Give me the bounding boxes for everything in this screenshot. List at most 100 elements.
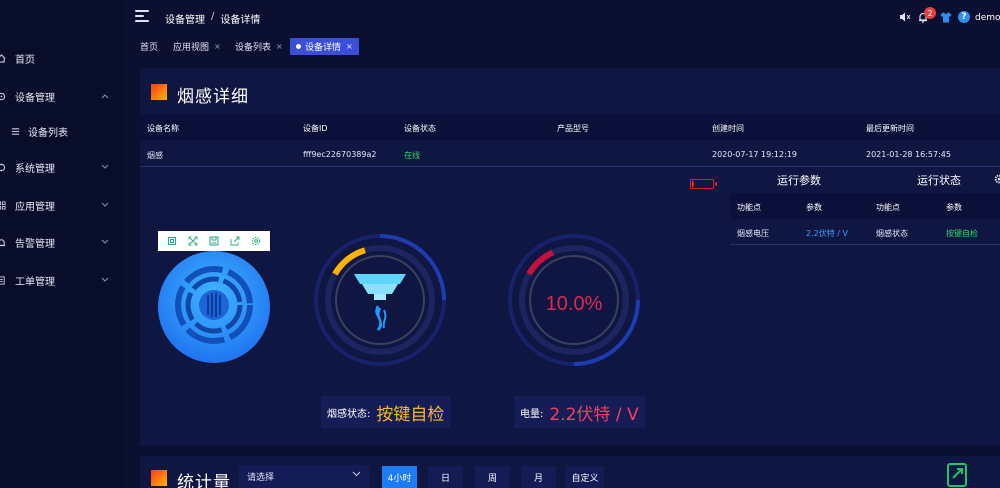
sidebar-item-app-management[interactable]: 应用管理 xyxy=(0,194,124,216)
tab-home[interactable]: 首页 xyxy=(134,38,164,55)
smoke-status-value: 按键自检 xyxy=(376,404,445,425)
chevron-down-icon xyxy=(352,470,361,480)
sidebar-item-label: 告警管理 xyxy=(15,238,55,250)
alarm-icon xyxy=(0,237,6,247)
tab-label: 应用视图 xyxy=(173,43,210,53)
battery-gauge: 10.0% xyxy=(508,234,640,366)
params-table-row: 烟感电压 2.2伏特 / V 烟感状态 按键自检 xyxy=(730,219,1000,245)
chevron-down-icon xyxy=(101,238,109,247)
statistics-title: 统计量 xyxy=(177,473,231,488)
sidebar-item-label: 应用管理 xyxy=(15,201,55,213)
menu-toggle-icon[interactable] xyxy=(135,10,149,22)
tab-bar: 首页 应用视图 × 设备列表 × 设备详情 × xyxy=(124,34,1000,60)
sidebar-item-label: 设备列表 xyxy=(28,127,68,139)
param-name-cell: 烟感状态 xyxy=(876,229,908,238)
active-dot-icon xyxy=(296,44,301,49)
title-marker-icon xyxy=(151,84,167,100)
column-header: 创建时间 xyxy=(712,124,744,133)
close-icon[interactable]: × xyxy=(214,42,221,51)
sidebar-item-device-management[interactable]: 设备管理 xyxy=(0,85,124,107)
sidebar-item-label: 首页 xyxy=(15,54,35,66)
save-image-icon[interactable] xyxy=(208,236,219,247)
column-header: 最后更新时间 xyxy=(866,124,914,133)
device-status-cell: 在线 xyxy=(404,151,420,160)
chevron-down-icon xyxy=(101,276,109,285)
power-readout: 电量: 2.2伏特 / V xyxy=(514,396,645,428)
tab-label: 首页 xyxy=(140,43,159,53)
sidebar-item-label: 工单管理 xyxy=(15,276,55,288)
top-bar: 设备管理 / 设备详情 xyxy=(124,0,1000,34)
share-icon[interactable] xyxy=(229,236,240,247)
param-name-cell: 烟感电压 xyxy=(737,229,769,238)
fullscreen-icon[interactable] xyxy=(188,236,199,247)
battery-percent-label: 10.0% xyxy=(546,293,603,315)
export-icon[interactable] xyxy=(945,460,971,488)
run-params-title: 运行参数 xyxy=(777,174,821,187)
system-icon xyxy=(0,162,6,172)
list-icon xyxy=(10,126,20,136)
sidebar-item-ticket-management[interactable]: 工单管理 xyxy=(0,269,124,291)
sidebar-item-device-list[interactable]: 设备列表 xyxy=(0,120,124,142)
tab-device-detail[interactable]: 设备详情 × xyxy=(290,38,359,55)
period-button-day[interactable]: 日 xyxy=(428,466,463,488)
params-table-header: 功能点 参数 功能点 参数 xyxy=(730,193,1000,219)
tab-label: 设备详情 xyxy=(305,43,342,53)
power-value: 2.2伏特 / V xyxy=(549,404,639,425)
column-header: 功能点 xyxy=(876,203,900,212)
param-value-cell: 按键自检 xyxy=(946,229,978,238)
chevron-down-icon xyxy=(101,201,109,210)
help-icon[interactable]: ? xyxy=(958,11,970,23)
breadcrumb-separator: / xyxy=(211,11,215,22)
close-icon[interactable]: × xyxy=(346,42,353,51)
device-icon xyxy=(0,91,6,101)
home-icon xyxy=(0,53,6,63)
ticket-icon xyxy=(0,275,6,285)
sidebar-item-home[interactable]: 首页 xyxy=(0,47,124,69)
column-header: 设备ID xyxy=(303,124,328,133)
chevron-up-icon xyxy=(101,92,109,101)
column-header: 参数 xyxy=(946,203,962,212)
tab-app-view[interactable]: 应用视图 × xyxy=(167,38,227,55)
user-name[interactable]: demo xyxy=(975,13,1000,23)
chevron-down-icon xyxy=(101,163,109,172)
breadcrumb-item[interactable]: 设备管理 xyxy=(165,11,205,26)
select-placeholder: 请选择 xyxy=(247,473,275,483)
column-header: 参数 xyxy=(806,203,822,212)
sidebar-item-alarm-management[interactable]: 告警管理 xyxy=(0,231,124,253)
settings-gear-icon[interactable] xyxy=(994,174,1000,187)
low-battery-icon xyxy=(690,179,717,189)
smoke-status-label: 烟感状态: xyxy=(327,408,371,420)
tab-device-list[interactable]: 设备列表 × xyxy=(229,38,289,55)
notification-badge: 2 xyxy=(924,7,936,19)
settings-icon[interactable] xyxy=(250,236,261,247)
table-header: 设备名称 设备ID 设备状态 产品型号 创建时间 最后更新时间 xyxy=(140,114,1000,140)
param-value-cell: 2.2伏特 / V xyxy=(806,229,848,238)
column-header: 设备状态 xyxy=(404,124,436,133)
breadcrumb: 设备管理 / 设备详情 xyxy=(165,11,260,26)
restore-icon[interactable] xyxy=(167,236,178,247)
period-button-custom[interactable]: 自定义 xyxy=(566,466,604,488)
theme-icon[interactable] xyxy=(940,12,952,26)
created-time-cell: 2020-07-17 19:12:19 xyxy=(712,150,797,159)
breadcrumb-item-current: 设备详情 xyxy=(220,15,261,26)
period-button-week[interactable]: 周 xyxy=(475,466,510,488)
sidebar-item-system-management[interactable]: 系统管理 xyxy=(0,156,124,178)
smoke-status-readout: 烟感状态: 按键自检 xyxy=(321,396,451,428)
smoke-detector-image xyxy=(157,250,271,364)
close-icon[interactable]: × xyxy=(276,42,283,51)
chart-toolbox xyxy=(158,231,270,251)
page-title: 烟感详细 xyxy=(177,87,249,107)
table-row: 烟感 fff9ec22670389a2 在线 2020-07-17 19:12:… xyxy=(140,141,1000,167)
period-button-month[interactable]: 月 xyxy=(521,466,556,488)
sidebar: 首页 设备管理 设备列表 系统管理 应用管理 告警管理 工单管理 xyxy=(0,0,124,488)
app-icon xyxy=(0,200,6,210)
period-button-4h[interactable]: 4小时 xyxy=(382,466,417,488)
title-marker-icon xyxy=(151,470,167,486)
updated-time-cell: 2021-01-28 16:57:45 xyxy=(866,150,951,159)
device-id-cell: fff9ec22670389a2 xyxy=(303,150,377,159)
device-name-cell: 烟感 xyxy=(147,151,163,160)
mute-icon[interactable] xyxy=(899,12,911,25)
smoke-gauge xyxy=(314,234,446,366)
device-select[interactable]: 请选择 xyxy=(239,465,369,488)
column-header: 产品型号 xyxy=(557,124,589,133)
